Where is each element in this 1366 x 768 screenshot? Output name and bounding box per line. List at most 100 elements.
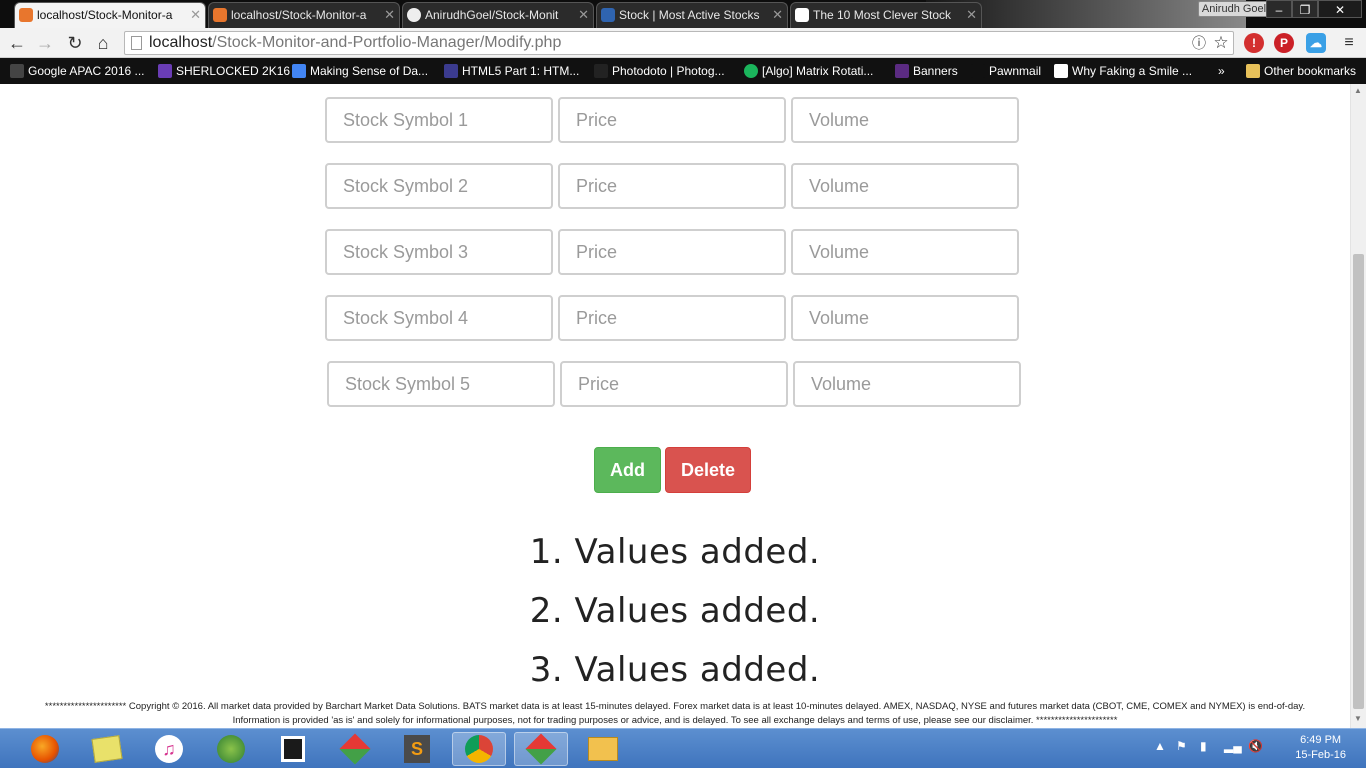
vertical-scrollbar[interactable]: ▲ ▼ bbox=[1350, 84, 1366, 728]
info-icon[interactable]: ⓘ bbox=[1188, 32, 1210, 54]
volume-input-5[interactable] bbox=[793, 361, 1021, 407]
price-input-2[interactable] bbox=[558, 163, 786, 209]
screen: localhost/Stock-Monitor-a ✕ localhost/St… bbox=[0, 0, 1366, 768]
globe-icon[interactable] bbox=[204, 732, 258, 766]
status-message-1: 1. Values added. bbox=[529, 532, 821, 572]
volume-input-3[interactable] bbox=[791, 229, 1019, 275]
scroll-up-arrow-icon[interactable]: ▲ bbox=[1354, 86, 1362, 95]
tab-3[interactable]: AnirudhGoel/Stock-Monit ✕ bbox=[402, 2, 594, 28]
price-input-5[interactable] bbox=[560, 361, 788, 407]
stock-symbol-input-4[interactable] bbox=[325, 295, 553, 341]
brackets-icon[interactable] bbox=[266, 732, 320, 766]
bookmark-label: Pawnmail bbox=[989, 64, 1042, 78]
stock-symbol-input-2[interactable] bbox=[325, 163, 553, 209]
bookmark-banners[interactable]: Banners bbox=[895, 62, 958, 80]
windows-taskbar: ♫ S ▲ ⚑ ▮ ▂▄ 🔇 6:49 PM 15-Feb-16 bbox=[0, 728, 1366, 768]
adblock-icon[interactable]: ! bbox=[1244, 33, 1264, 53]
volume-muted-icon[interactable]: 🔇 bbox=[1248, 739, 1263, 753]
tab-4-title: Stock | Most Active Stocks bbox=[619, 8, 760, 22]
home-icon[interactable]: ⌂ bbox=[92, 32, 114, 54]
pawnmail-icon bbox=[971, 64, 985, 78]
volume-input-4[interactable] bbox=[791, 295, 1019, 341]
chrome-icon[interactable] bbox=[452, 732, 506, 766]
browser-toolbar: ← → ↻ ⌂ localhost/Stock-Monitor-and-Port… bbox=[0, 28, 1366, 58]
ibm-icon bbox=[444, 64, 458, 78]
tab-4[interactable]: Stock | Most Active Stocks ✕ bbox=[596, 2, 788, 28]
sublime-icon[interactable]: S bbox=[390, 732, 444, 766]
browser-tab-bar: localhost/Stock-Monitor-a ✕ localhost/St… bbox=[0, 0, 1366, 28]
restore-icon[interactable]: ❐ bbox=[1292, 0, 1318, 18]
bookmark-label: Banners bbox=[913, 64, 958, 78]
bookmark-faking-smile[interactable]: Why Faking a Smile ... bbox=[1054, 62, 1192, 80]
price-input-1[interactable] bbox=[558, 97, 786, 143]
add-button[interactable]: Add bbox=[594, 447, 661, 493]
close-icon[interactable]: ✕ bbox=[578, 3, 589, 27]
price-input-3[interactable] bbox=[558, 229, 786, 275]
back-icon[interactable]: ← bbox=[6, 32, 28, 54]
list-icon bbox=[158, 64, 172, 78]
tab-2[interactable]: localhost/Stock-Monitor-a ✕ bbox=[208, 2, 400, 28]
status-message-3: 3. Values added. bbox=[529, 650, 821, 690]
volume-input-2[interactable] bbox=[791, 163, 1019, 209]
page-viewport: Add Delete 1. Values added. 2. Values ad… bbox=[0, 84, 1350, 728]
close-icon[interactable]: ✕ bbox=[190, 3, 201, 27]
minimize-icon[interactable]: – bbox=[1266, 0, 1292, 18]
scrollbar-thumb[interactable] bbox=[1353, 254, 1364, 709]
system-clock[interactable]: 6:49 PM 15-Feb-16 bbox=[1295, 733, 1346, 763]
bookmark-label: SHERLOCKED 2K16 bbox=[176, 64, 291, 78]
git-icon-2[interactable] bbox=[514, 732, 568, 766]
stock-symbol-input-3[interactable] bbox=[325, 229, 553, 275]
network-signal-icon[interactable]: ▂▄ bbox=[1224, 739, 1242, 753]
profile-button[interactable]: Anirudh Goel bbox=[1198, 1, 1270, 17]
close-icon[interactable]: ✕ bbox=[772, 3, 783, 27]
cloud-icon[interactable]: ☁ bbox=[1306, 33, 1326, 53]
bookmark-label: Google APAC 2016 ... bbox=[28, 64, 145, 78]
explorer-icon[interactable] bbox=[576, 732, 630, 766]
bookmark-label: Why Faking a Smile ... bbox=[1072, 64, 1193, 78]
bookmark-algo[interactable]: [Algo] Matrix Rotati... bbox=[744, 62, 873, 80]
bookmark-icon bbox=[10, 64, 24, 78]
tab-3-title: AnirudhGoel/Stock-Monit bbox=[425, 8, 559, 22]
xampp-icon bbox=[19, 8, 33, 22]
bookmark-other-folder[interactable]: Other bookmarks bbox=[1246, 62, 1356, 80]
bookmark-pawnmail[interactable]: Pawnmail bbox=[971, 62, 1041, 80]
stock-symbol-input-5[interactable] bbox=[327, 361, 555, 407]
volume-input-1[interactable] bbox=[791, 97, 1019, 143]
close-icon[interactable]: ✕ bbox=[966, 3, 977, 27]
stock-symbol-input-1[interactable] bbox=[325, 97, 553, 143]
scroll-down-arrow-icon[interactable]: ▼ bbox=[1354, 714, 1362, 723]
firefox-icon[interactable] bbox=[18, 732, 72, 766]
star-icon[interactable]: ☆ bbox=[1210, 32, 1232, 54]
delete-button[interactable]: Delete bbox=[665, 447, 751, 493]
stock-row-3 bbox=[325, 229, 1025, 275]
tab-1[interactable]: localhost/Stock-Monitor-a ✕ bbox=[14, 2, 206, 28]
bookmarks-overflow-button[interactable]: » bbox=[1200, 62, 1225, 80]
menu-icon[interactable]: ≡ bbox=[1338, 32, 1360, 54]
bookmark-photodoto[interactable]: Photodoto | Photog... bbox=[594, 62, 725, 80]
bookmark-label: [Algo] Matrix Rotati... bbox=[762, 64, 874, 78]
git-icon[interactable] bbox=[328, 732, 382, 766]
forward-icon[interactable]: → bbox=[34, 32, 56, 54]
show-hidden-icons-icon[interactable]: ▲ bbox=[1154, 739, 1166, 753]
files-icon[interactable] bbox=[80, 732, 134, 766]
bookmark-sherlocked[interactable]: SHERLOCKED 2K16 bbox=[158, 62, 290, 80]
bookmark-html5[interactable]: HTML5 Part 1: HTM... bbox=[444, 62, 579, 80]
f-icon bbox=[1054, 64, 1068, 78]
address-bar[interactable]: localhost/Stock-Monitor-and-Portfolio-Ma… bbox=[124, 31, 1234, 55]
itunes-icon[interactable]: ♫ bbox=[142, 732, 196, 766]
reload-icon[interactable]: ↻ bbox=[64, 32, 86, 54]
action-center-flag-icon[interactable]: ⚑ bbox=[1176, 739, 1187, 753]
close-icon[interactable]: ✕ bbox=[384, 3, 395, 27]
bookmark-label: Making Sense of Da... bbox=[310, 64, 429, 78]
page-icon bbox=[131, 36, 142, 50]
window-close-icon[interactable]: ✕ bbox=[1318, 0, 1362, 18]
footer-line-1: ********************** Copyright © 2016.… bbox=[44, 701, 1306, 712]
bookmark-label: Photodoto | Photog... bbox=[612, 64, 725, 78]
bookmark-google-apac[interactable]: Google APAC 2016 ... bbox=[10, 62, 145, 80]
google-icon bbox=[292, 64, 306, 78]
bookmark-making-sense[interactable]: Making Sense of Da... bbox=[292, 62, 428, 80]
tab-5[interactable]: The 10 Most Clever Stock ✕ bbox=[790, 2, 982, 28]
pinterest-icon[interactable]: P bbox=[1274, 33, 1294, 53]
price-input-4[interactable] bbox=[558, 295, 786, 341]
battery-icon[interactable]: ▮ bbox=[1200, 739, 1207, 753]
